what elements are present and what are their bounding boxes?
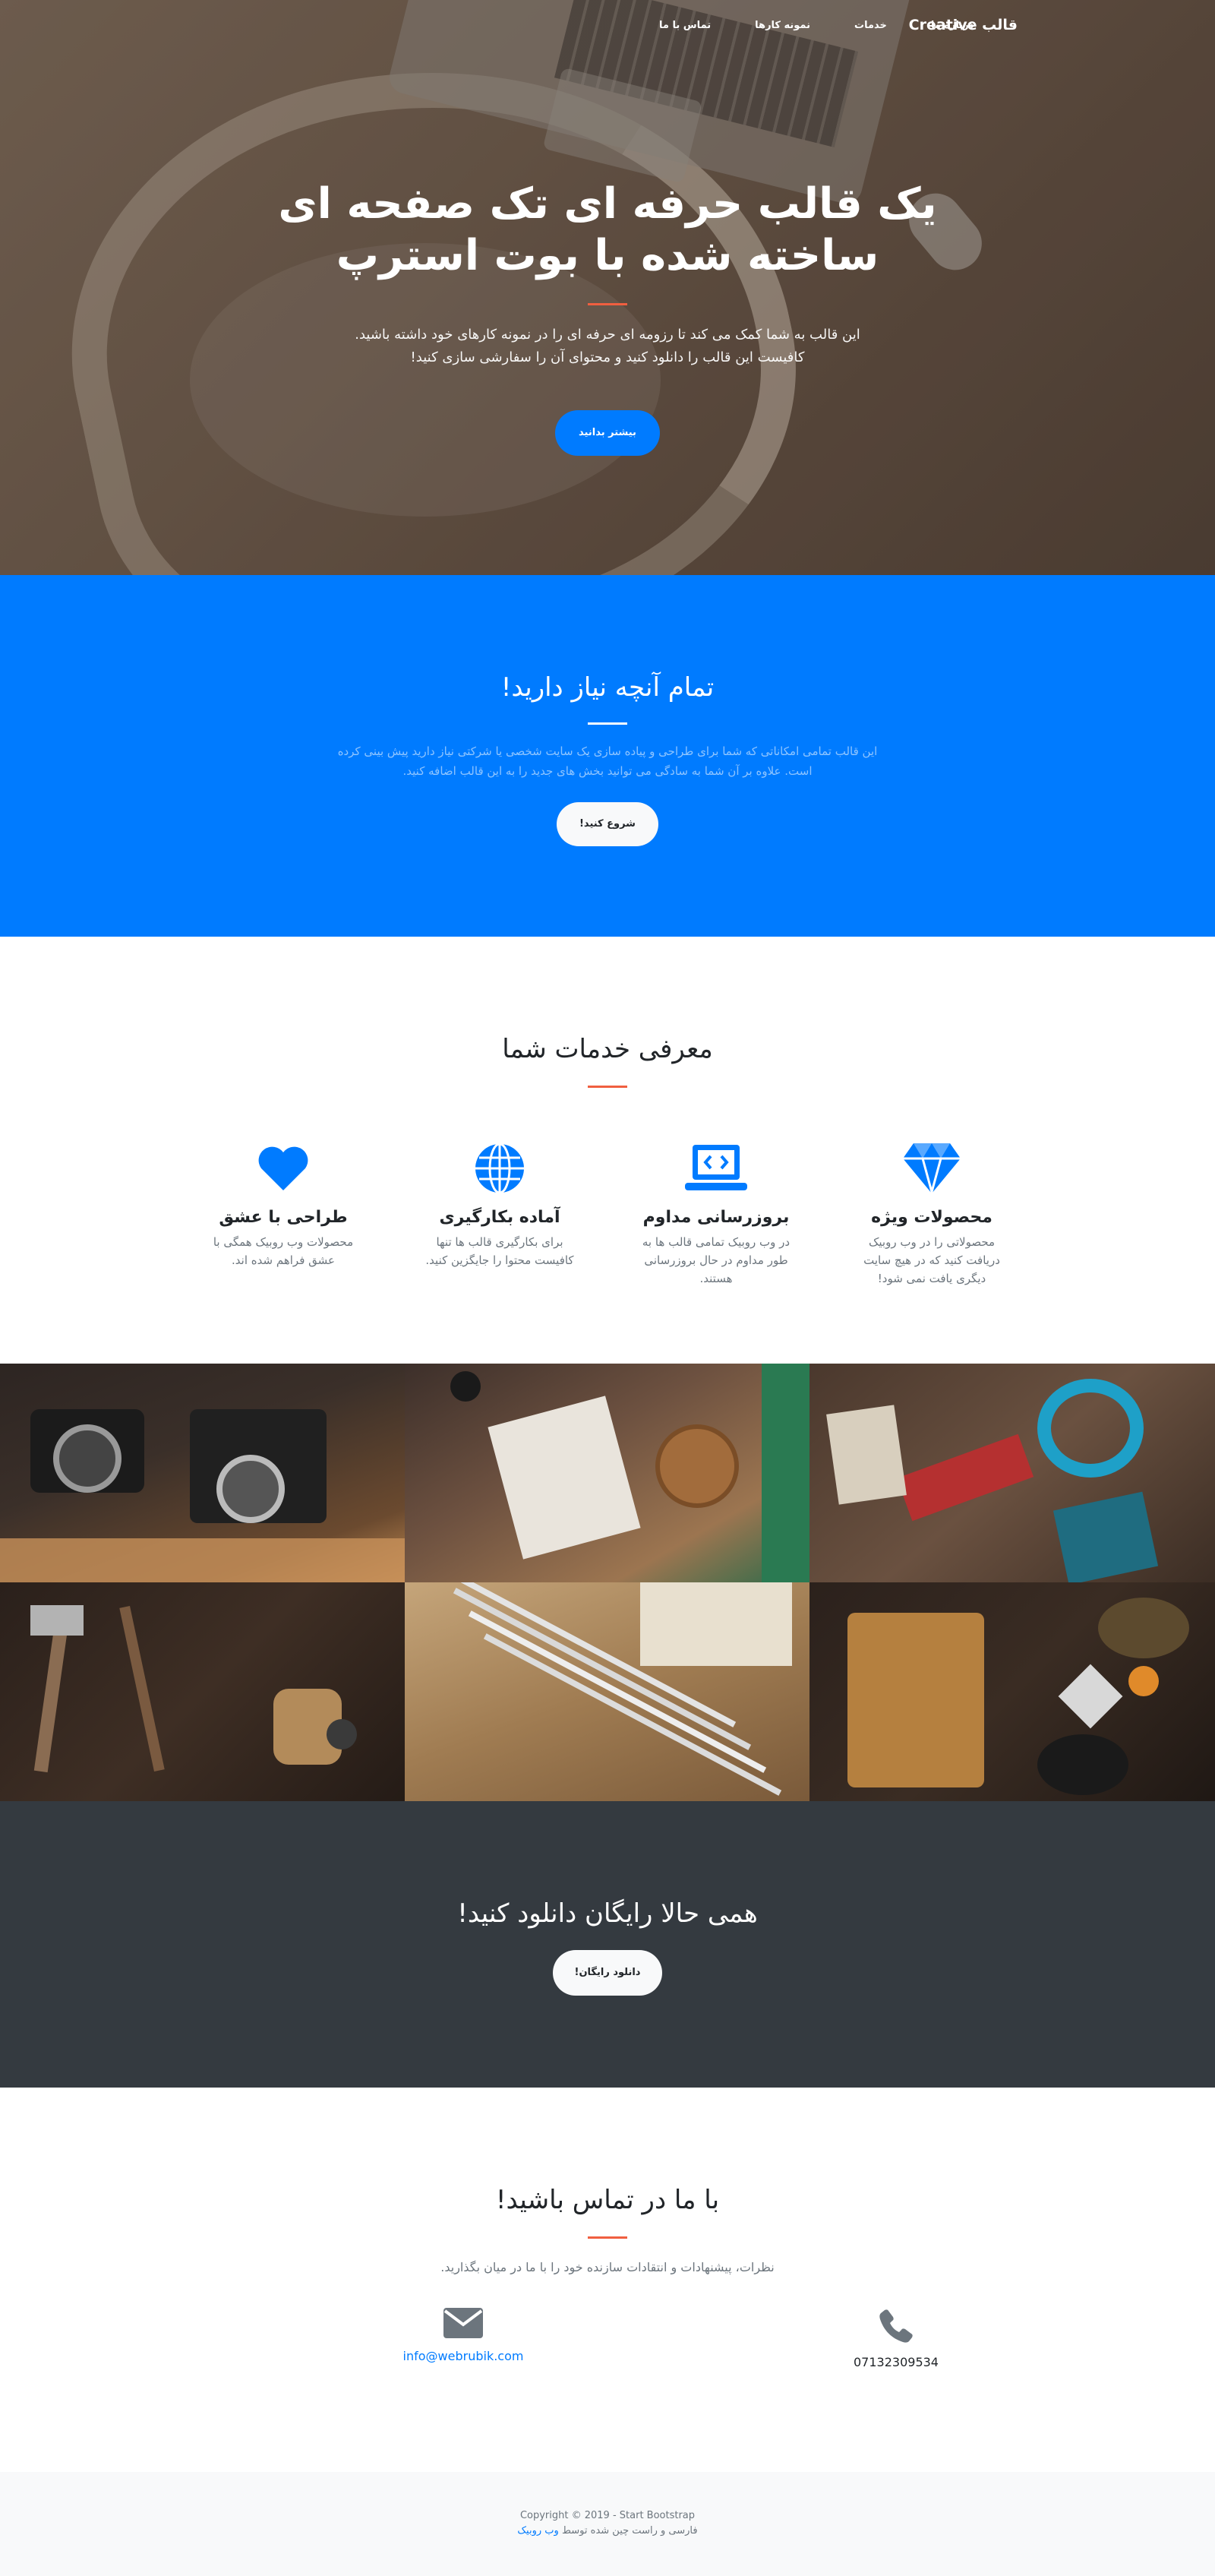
about-text: این قالب تمامی امکاناتی که شما برای طراح… [337,744,878,778]
envelope-icon [349,2308,577,2341]
nav-services[interactable]: خدمات [854,20,887,31]
contact-text: نظرات، پیشنهادات و انتقادات سازنده خود ر… [440,2260,775,2274]
navbar: قالب Creative درباره ما خدمات نمونه کاره… [0,0,1215,53]
contact-section: با ما در تماس باشید! نظرات، پیشنهادات و … [0,2088,1215,2472]
service-name: بروزرسانی مداوم [642,1208,790,1227]
service-desc: در وب روبیک تمامی قالب ها به طور مداوم د… [642,1235,791,1285]
about-divider [588,722,627,725]
portfolio-item-dont-stand[interactable] [405,1364,809,1582]
hero-divider [588,303,627,305]
hero-text: این قالب به شما کمک می کند تا رزومه ای ح… [355,327,860,365]
free-download-button[interactable]: دانلود رایگان! [553,1950,662,1996]
service-name: آماده بکارگیری [439,1208,560,1227]
download-title: همی حالا رایگان دانلود کنید! [457,1898,758,1929]
service-name: طراحی با عشق [219,1208,348,1227]
service-item-updates: بروزرسانی مداوم در وب روبیک تمامی قالب ه… [625,1138,807,1288]
contact-title: با ما در تماس باشید! [495,2185,720,2215]
nav-contact[interactable]: تماس با ما [659,20,711,31]
footer-credit-prefix: فارسی و راست چین شده توسط [561,2525,698,2536]
portfolio-item-designs[interactable] [809,1364,1215,1582]
gem-icon [841,1138,1023,1199]
portfolio-item-kitchen[interactable] [809,1582,1215,1801]
phone-icon [782,2308,1010,2347]
footer: Copyright © 2019 - Start Bootstrap فارسی… [0,2472,1215,2576]
contact-divider [588,2236,627,2239]
service-name: محصولات ویژه [871,1208,993,1227]
nav-about[interactable]: درباره ما [931,20,974,31]
email-link[interactable]: info@webrubik.com [349,2349,577,2363]
services-row: محصولات ویژه محصولاتی را در وب روبیک دری… [0,1088,1215,1316]
portfolio-item-cameras[interactable] [0,1364,405,1582]
get-started-button[interactable]: شروع کنید! [557,802,658,846]
footer-credit: فارسی و راست چین شده توسط وب روبیک [0,2524,1215,2539]
about-title: تمام آنچه نیاز دارید! [500,672,715,703]
nav-links: درباره ما خدمات نمونه کارها تماس با ما [615,20,974,31]
about-section: تمام آنچه نیاز دارید! این قالب تمامی امک… [0,575,1215,937]
service-item-ready: آماده بکارگیری برای بکارگیری قالب ها تنه… [409,1138,591,1269]
portfolio-item-tools[interactable] [0,1582,405,1801]
service-desc: محصولات وب روبیک همگی با عشق فراهم شده ا… [213,1235,354,1267]
learn-more-button[interactable]: بیشتر بدانید [555,410,660,456]
download-section: همی حالا رایگان دانلود کنید! دانلود رایگ… [0,1801,1215,2088]
contact-phone: 07132309534 [782,2308,1010,2369]
services-title: معرفی خدمات شما [502,1034,713,1064]
heart-icon [192,1138,374,1199]
service-item-featured: محصولات ویژه محصولاتی را در وب روبیک دری… [841,1138,1023,1288]
service-item-love: طراحی با عشق محصولات وب روبیک همگی با عش… [192,1138,374,1269]
service-desc: محصولاتی را در وب روبیک دریافت کنید که د… [863,1235,1000,1285]
nav-portfolio[interactable]: نمونه کارها [755,20,810,31]
laptop-code-icon [625,1138,807,1199]
hero-title: یک قالب حرفه ای تک صفحه ای ساخته شده با … [278,179,937,280]
hero-content: یک قالب حرفه ای تک صفحه ای ساخته شده با … [0,179,1215,456]
portfolio-item-pens[interactable] [405,1582,809,1801]
footer-credit-link[interactable]: وب روبیک [517,2525,558,2536]
service-desc: برای بکارگیری قالب ها تنها کافیست محتوا … [425,1235,574,1267]
hero-section: یک قالب حرفه ای تک صفحه ای ساخته شده با … [0,0,1215,575]
phone-number: 07132309534 [854,2355,939,2369]
contact-email: info@webrubik.com [349,2308,577,2363]
services-section: معرفی خدمات شما محصولات ویژه محصولاتی را… [0,937,1215,1364]
footer-copyright: Copyright © 2019 - Start Bootstrap [519,2510,696,2521]
portfolio-grid [0,1364,1215,1801]
globe-icon [409,1138,591,1199]
